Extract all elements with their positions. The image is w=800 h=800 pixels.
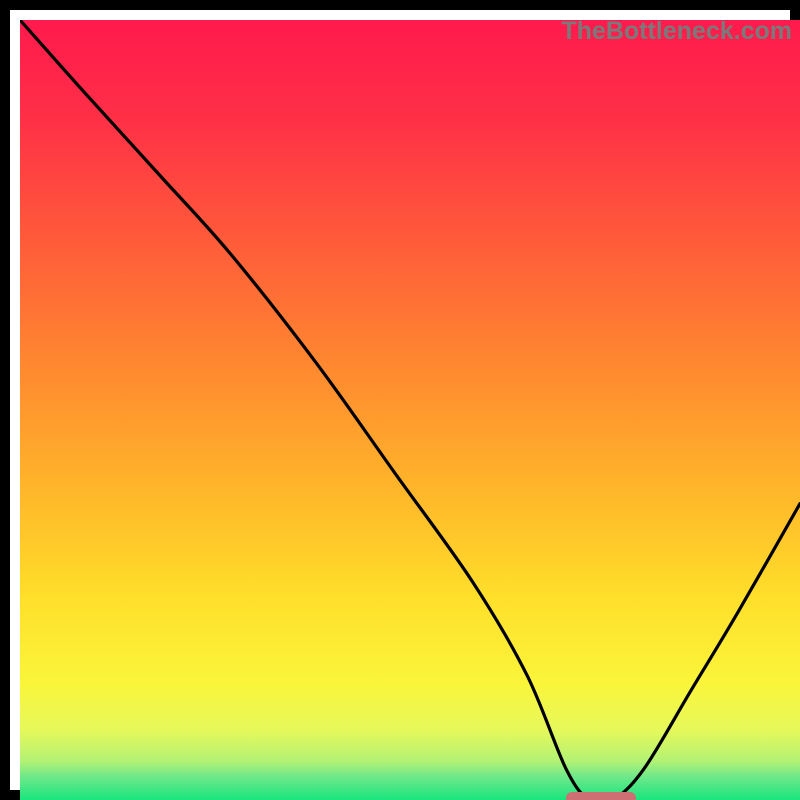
watermark-text: TheBottleneck.com <box>561 20 792 46</box>
chart-frame: TheBottleneck.com <box>0 0 800 800</box>
optimal-range-marker <box>566 792 636 800</box>
plot-area: TheBottleneck.com <box>20 20 800 800</box>
bottleneck-curve <box>20 20 800 800</box>
